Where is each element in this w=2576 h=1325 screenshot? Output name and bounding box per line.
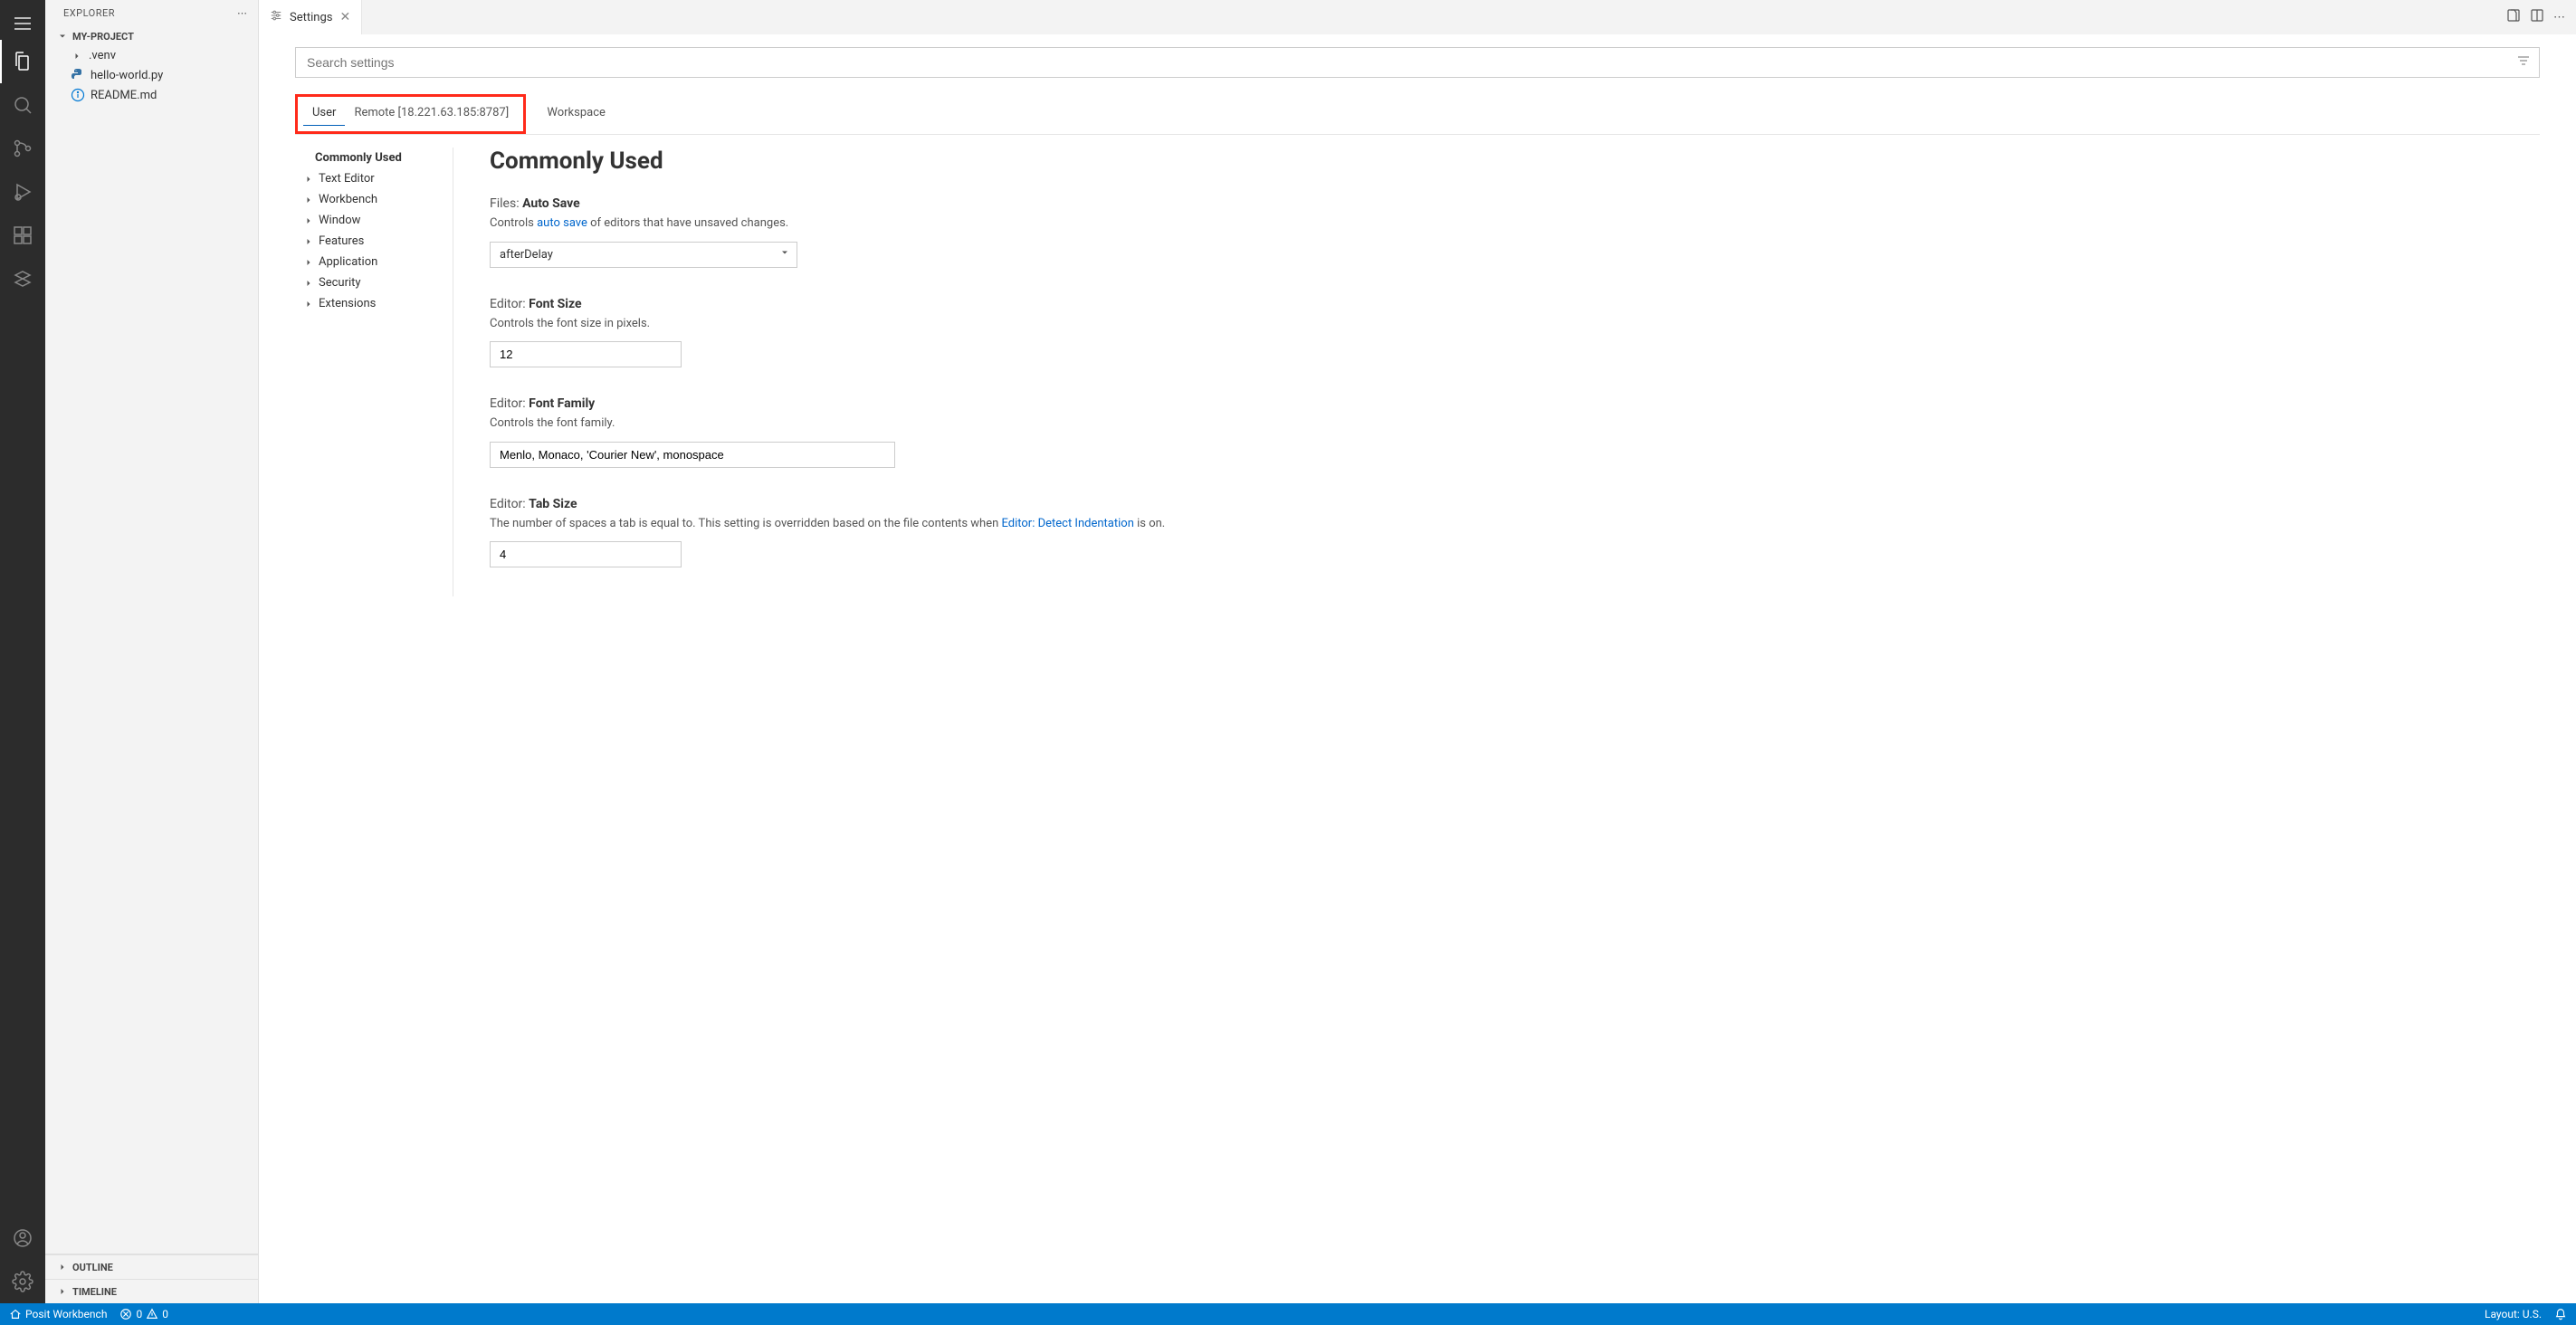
activity-posit-icon[interactable] — [0, 257, 45, 300]
split-json-icon[interactable] — [2506, 8, 2521, 26]
setting-font-family: Editor: Font Family Controls the font fa… — [490, 396, 2540, 468]
activity-accounts[interactable] — [0, 1216, 45, 1260]
explorer-sidebar: EXPLORER ⋯ MY-PROJECT .venv hello-worl — [45, 0, 259, 1303]
tree-security[interactable]: Security — [295, 272, 445, 293]
close-icon[interactable]: ✕ — [339, 10, 350, 24]
chevron-right-icon — [302, 194, 315, 206]
chevron-right-icon — [56, 1285, 69, 1298]
setting-auto-save: Files: Auto Save Controls auto save of e… — [490, 196, 2540, 268]
tree-commonly-used[interactable]: Commonly Used — [295, 148, 445, 168]
status-bar: Posit Workbench 0 0 Layout: U.S. — [0, 1303, 2576, 1325]
status-layout[interactable]: Layout: U.S. — [2485, 1308, 2542, 1320]
scope-tab-remote[interactable]: Remote [18.221.63.185:8787] — [345, 100, 518, 126]
status-bell-icon[interactable] — [2554, 1308, 2567, 1320]
settings-tab-icon — [270, 9, 282, 25]
sidebar-more-icon[interactable]: ⋯ — [237, 7, 247, 19]
activity-extensions[interactable] — [0, 214, 45, 257]
info-file-icon — [71, 88, 85, 102]
editor-tab-label: Settings — [290, 11, 332, 24]
activity-bar — [0, 0, 45, 1303]
auto-save-select[interactable]: afterDelay — [490, 242, 797, 268]
activity-settings[interactable] — [0, 1260, 45, 1303]
chevron-right-icon — [302, 256, 315, 269]
file-row-readme[interactable]: README.md — [45, 85, 258, 105]
auto-save-link[interactable]: auto save — [537, 216, 587, 230]
project-header[interactable]: MY-PROJECT — [45, 26, 258, 46]
font-size-input[interactable] — [490, 341, 682, 367]
tree-application[interactable]: Application — [295, 252, 445, 272]
menu-icon[interactable] — [0, 7, 45, 40]
settings-search-input[interactable] — [295, 47, 2540, 78]
tree-workbench[interactable]: Workbench — [295, 189, 445, 210]
timeline-panel[interactable]: TIMELINE — [45, 1279, 258, 1303]
chevron-right-icon — [302, 235, 315, 248]
sidebar-title: EXPLORER — [63, 7, 115, 19]
file-row-hello-world[interactable]: hello-world.py — [45, 65, 258, 85]
activity-run-debug[interactable] — [0, 170, 45, 214]
filter-icon[interactable] — [2516, 53, 2531, 71]
scope-highlight-box: User Remote [18.221.63.185:8787] — [295, 94, 526, 134]
tree-window[interactable]: Window — [295, 210, 445, 231]
activity-explorer[interactable] — [0, 40, 45, 83]
split-editor-icon[interactable] — [2530, 8, 2544, 26]
scope-tab-workspace[interactable]: Workspace — [538, 100, 615, 125]
tree-text-editor[interactable]: Text Editor — [295, 168, 445, 189]
tab-size-input[interactable] — [490, 541, 682, 567]
editor-area: Settings ✕ ⋯ User Remote [18.221.63.185:… — [259, 0, 2576, 1303]
status-problems[interactable]: 0 0 — [119, 1308, 168, 1320]
chevron-down-icon — [56, 30, 69, 43]
scope-tab-user[interactable]: User — [303, 100, 345, 126]
detect-indent-link[interactable]: Editor: Detect Indentation — [1002, 517, 1134, 530]
status-home[interactable]: Posit Workbench — [9, 1308, 107, 1320]
chevron-right-icon — [302, 214, 315, 227]
tree-extensions[interactable]: Extensions — [295, 293, 445, 314]
settings-tree: Commonly Used Text Editor Workbench Wind… — [295, 148, 453, 596]
outline-panel[interactable]: OUTLINE — [45, 1254, 258, 1279]
chevron-right-icon — [71, 50, 83, 62]
font-family-input[interactable] — [490, 442, 895, 468]
tree-features[interactable]: Features — [295, 231, 445, 252]
editor-tab-settings[interactable]: Settings ✕ — [259, 0, 362, 34]
file-row-venv[interactable]: .venv — [45, 46, 258, 65]
setting-tab-size: Editor: Tab Size The number of spaces a … — [490, 497, 2540, 568]
chevron-right-icon — [56, 1261, 69, 1273]
activity-source-control[interactable] — [0, 127, 45, 170]
chevron-right-icon — [302, 173, 315, 186]
chevron-right-icon — [302, 298, 315, 310]
settings-heading: Commonly Used — [490, 148, 2540, 175]
more-actions-icon[interactable]: ⋯ — [2553, 11, 2565, 24]
activity-search[interactable] — [0, 83, 45, 127]
python-file-icon — [71, 68, 85, 82]
chevron-right-icon — [302, 277, 315, 290]
setting-font-size: Editor: Font Size Controls the font size… — [490, 297, 2540, 368]
